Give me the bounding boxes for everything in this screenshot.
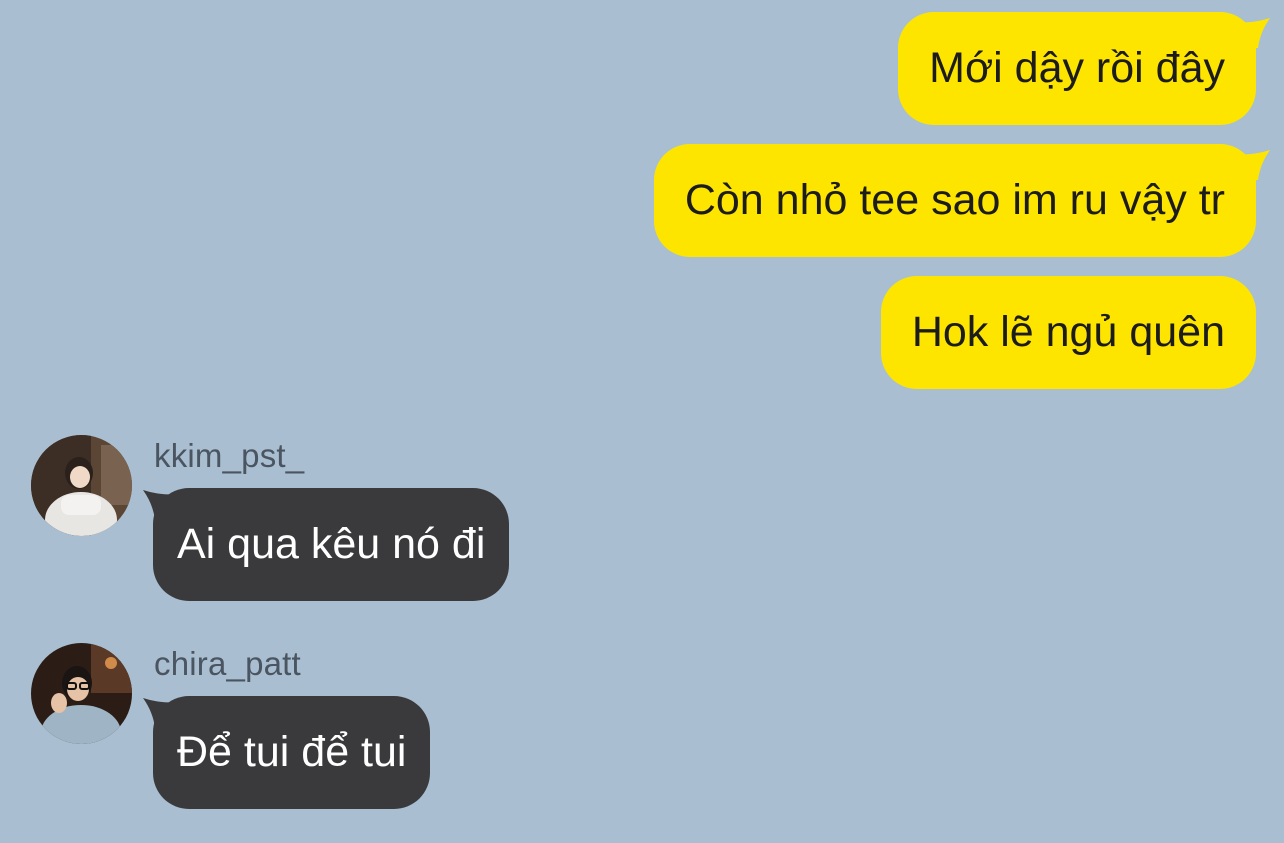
- incoming-message-group: chira_patt Để tui để tui: [0, 643, 700, 843]
- message-text: Để tui để tui: [177, 728, 407, 776]
- incoming-message-group: kkim_pst_ Ai qua kêu nó đi: [0, 435, 700, 635]
- bubble-tail: [1230, 150, 1270, 180]
- message-text: Còn nhỏ tee sao im ru vậy tr: [684, 176, 1225, 224]
- profile-photo-icon: [31, 435, 132, 536]
- message-text: Ai qua kêu nó đi: [177, 520, 486, 568]
- incoming-message-bubble[interactable]: Để tui để tui: [143, 696, 431, 809]
- bubble-tail: [1230, 18, 1270, 48]
- profile-photo-icon: [31, 643, 132, 744]
- avatar[interactable]: [31, 435, 132, 536]
- outgoing-message-bubble[interactable]: Hok lẽ ngủ quên: [880, 276, 1256, 389]
- sender-name[interactable]: chira_patt: [154, 645, 301, 683]
- chat-area[interactable]: Mới dậy rồi đây Còn nhỏ tee sao im ru vậ…: [0, 0, 1284, 829]
- bubble-tail: [143, 698, 183, 728]
- message-text: Mới dậy rồi đây: [929, 44, 1225, 92]
- avatar[interactable]: [31, 643, 132, 744]
- sender-name[interactable]: kkim_pst_: [154, 437, 304, 475]
- outgoing-message-bubble[interactable]: Mới dậy rồi đây: [898, 12, 1270, 125]
- outgoing-message-bubble[interactable]: Còn nhỏ tee sao im ru vậy tr: [653, 144, 1270, 257]
- message-text: Hok lẽ ngủ quên: [911, 308, 1225, 356]
- bubble-tail: [143, 490, 183, 520]
- incoming-message-bubble[interactable]: Ai qua kêu nó đi: [143, 488, 510, 601]
